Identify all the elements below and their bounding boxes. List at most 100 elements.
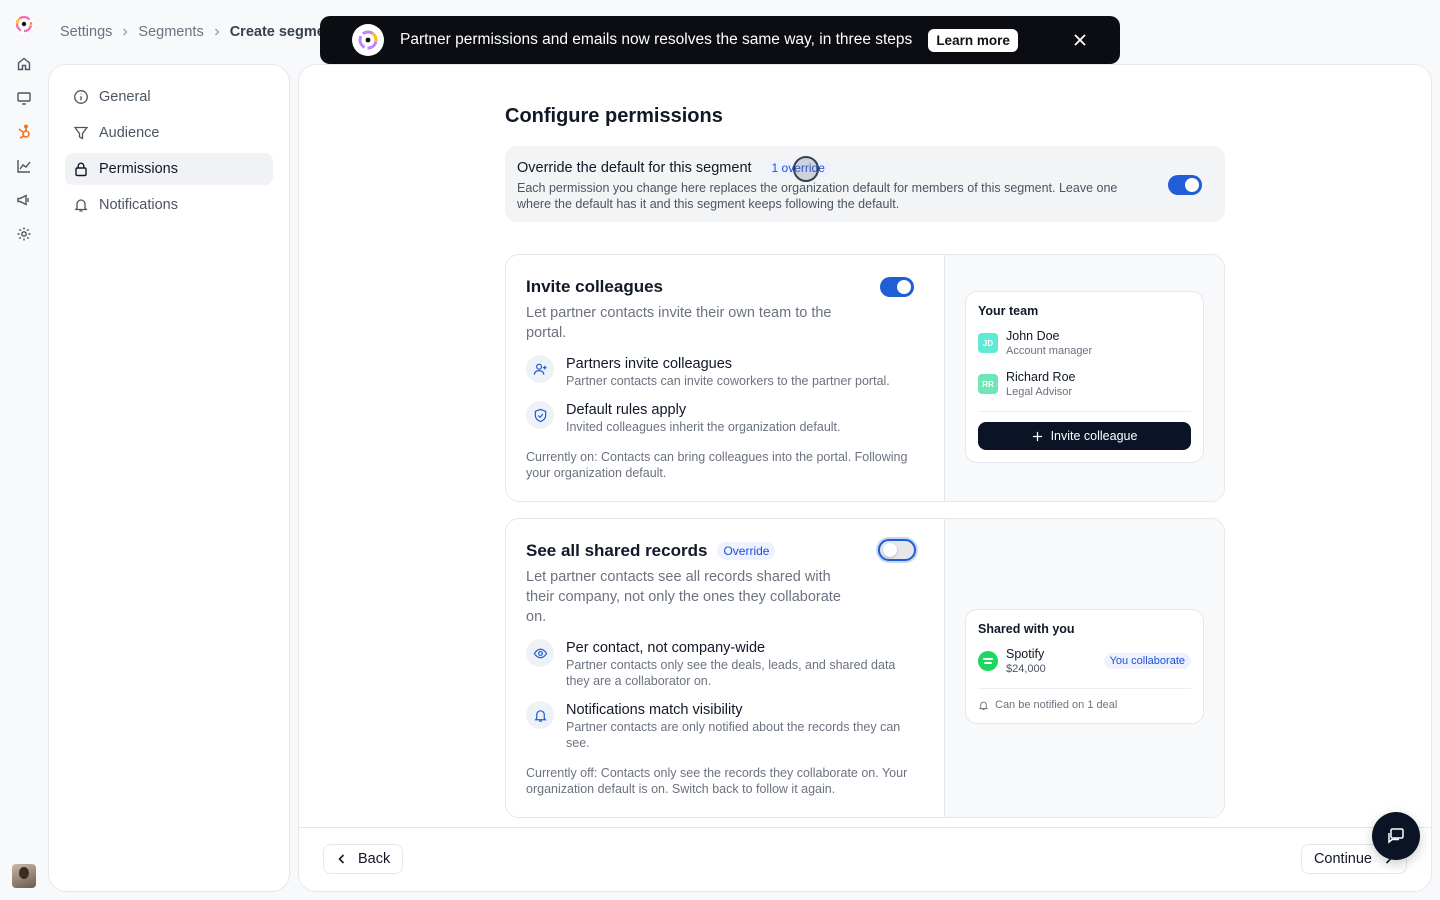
permission-title: See all shared records	[526, 541, 708, 560]
button-label: Continue	[1313, 851, 1372, 867]
bell-icon	[526, 701, 554, 729]
invite-colleagues-toggle[interactable]	[880, 277, 914, 297]
preview-title: Shared with you	[978, 622, 1075, 636]
toggle-knob	[897, 280, 911, 294]
preview-pane: Shared with you Spotify $24,000 You coll…	[945, 519, 1224, 817]
user-avatar[interactable]	[12, 864, 36, 888]
bell-icon	[978, 701, 989, 710]
feature-desc: Invited colleagues inherit the organizat…	[566, 420, 841, 434]
permission-card-invite-colleagues: Invite colleagues Let partner contacts i…	[505, 254, 1225, 502]
member-name: John Doe	[1006, 329, 1060, 343]
feature-title: Default rules apply	[566, 402, 687, 418]
gear-icon[interactable]	[16, 226, 32, 242]
team-member: RR Richard Roe Legal Advisor	[978, 369, 1191, 399]
feature-desc: Partner contacts only see the deals, lea…	[566, 658, 896, 688]
override-toggle[interactable]	[1168, 175, 1202, 195]
hubspot-icon[interactable]	[16, 124, 32, 140]
spotify-logo-icon	[978, 651, 998, 671]
feature-title: Notifications match visibility	[566, 702, 743, 718]
page-title: Configure permissions	[505, 105, 723, 127]
feature-item: Default rules apply Invited colleagues i…	[526, 401, 924, 435]
back-button[interactable]: Back	[323, 844, 404, 874]
plus-icon	[1032, 431, 1042, 441]
user-plus-icon	[526, 355, 554, 383]
see-shared-records-toggle[interactable]	[878, 539, 916, 561]
button-label: Invite colleague	[1050, 429, 1138, 443]
sidebar-item-general[interactable]: General	[65, 81, 273, 113]
avatar: RR	[978, 374, 998, 394]
override-title: Override the default for this segment	[517, 160, 752, 176]
feature-item: Notifications match visibility Partner c…	[526, 701, 924, 751]
avatar: JD	[978, 333, 998, 353]
filter-icon	[73, 126, 89, 140]
permissions-content: Configure permissions Override the defau…	[505, 105, 1225, 818]
button-label: Back	[358, 851, 391, 867]
info-icon	[74, 90, 88, 104]
record-value: $24,000	[1006, 663, 1046, 675]
shared-records-preview-card: Shared with you Spotify $24,000 You coll…	[965, 609, 1204, 724]
chat-launcher-button[interactable]	[1372, 812, 1420, 860]
feature-title: Partners invite colleagues	[566, 356, 733, 372]
feature-title: Per contact, not company-wide	[566, 640, 766, 656]
team-preview-card: Your team JD John Doe Account manager RR…	[965, 291, 1204, 463]
home-icon[interactable]	[16, 56, 32, 72]
breadcrumb-segments[interactable]: Segments	[138, 24, 203, 40]
app-rail	[0, 0, 48, 900]
invite-colleague-button[interactable]: Invite colleague	[978, 422, 1191, 450]
override-default-panel: Override the default for this segment 1 …	[505, 146, 1225, 222]
sidebar-item-audience[interactable]: Audience	[65, 117, 273, 149]
toggle-knob	[883, 543, 897, 557]
shield-check-icon	[526, 401, 554, 429]
announcement-banner: Partner permissions and emails now resol…	[320, 16, 1120, 64]
bell-icon	[74, 199, 88, 212]
sidebar-item-label: Notifications	[99, 197, 178, 213]
banner-logo-icon	[352, 24, 384, 56]
megaphone-icon[interactable]	[16, 192, 32, 208]
settings-sidebar: General Audience Permissions Notificatio…	[48, 64, 290, 892]
toggle-knob	[1185, 178, 1199, 192]
eye-icon	[526, 639, 554, 667]
member-role: Account manager	[1006, 345, 1093, 357]
feature-item: Partners invite colleagues Partner conta…	[526, 355, 924, 389]
breadcrumb: Settings Segments Create segment	[60, 22, 339, 42]
lock-icon	[75, 162, 87, 177]
chevron-right-icon	[214, 28, 220, 36]
notification-notice: Can be notified on 1 deal	[978, 688, 1191, 711]
permission-lead: Let partner contacts invite their own te…	[526, 305, 832, 341]
learn-more-button[interactable]: Learn more	[928, 28, 1018, 52]
banner-message: Partner permissions and emails now resol…	[400, 31, 913, 48]
app-logo-icon[interactable]	[12, 12, 36, 36]
permission-lead: Let partner contacts see all records sha…	[526, 569, 841, 625]
feature-desc: Partner contacts can invite coworkers to…	[566, 374, 890, 388]
mouse-cursor	[793, 156, 819, 182]
chevron-left-icon	[338, 854, 345, 864]
sidebar-item-label: Permissions	[99, 161, 178, 177]
record-name: Spotify	[1006, 647, 1045, 661]
feature-item: Per contact, not company-wide Partner co…	[526, 639, 924, 689]
team-member: JD John Doe Account manager	[978, 328, 1191, 358]
breadcrumb-settings[interactable]: Settings	[60, 24, 112, 40]
feature-desc: Partner contacts are only notified about…	[566, 720, 901, 750]
permission-card-see-shared-records: See all shared records Override Let part…	[505, 518, 1225, 818]
permission-title: Invite colleagues	[526, 277, 663, 296]
chevron-right-icon	[123, 28, 128, 36]
preview-title: Your team	[978, 304, 1039, 318]
member-name: Richard Roe	[1006, 370, 1076, 384]
override-badge: Override	[717, 542, 776, 560]
collaborate-badge: You collaborate	[1103, 653, 1191, 669]
monitor-icon[interactable]	[16, 90, 32, 106]
notice-text: Can be notified on 1 deal	[995, 699, 1118, 711]
chart-icon[interactable]	[16, 158, 32, 174]
main-panel: Configure permissions Override the defau…	[298, 64, 1432, 892]
record-row: Spotify $24,000 You collaborate	[978, 646, 1191, 676]
sidebar-item-notifications[interactable]: Notifications	[65, 189, 273, 221]
preview-pane: Your team JD John Doe Account manager RR…	[945, 255, 1224, 501]
sidebar-item-permissions[interactable]: Permissions	[65, 153, 273, 185]
sidebar-item-label: Audience	[99, 125, 160, 141]
sidebar-item-label: General	[99, 89, 151, 105]
override-description: Each permission you change here replaces…	[517, 181, 1118, 211]
chat-icon	[1388, 828, 1404, 844]
member-role: Legal Advisor	[1006, 386, 1073, 398]
permission-status: Currently off: Contacts only see the rec…	[526, 766, 908, 796]
close-icon[interactable]	[1072, 32, 1088, 48]
